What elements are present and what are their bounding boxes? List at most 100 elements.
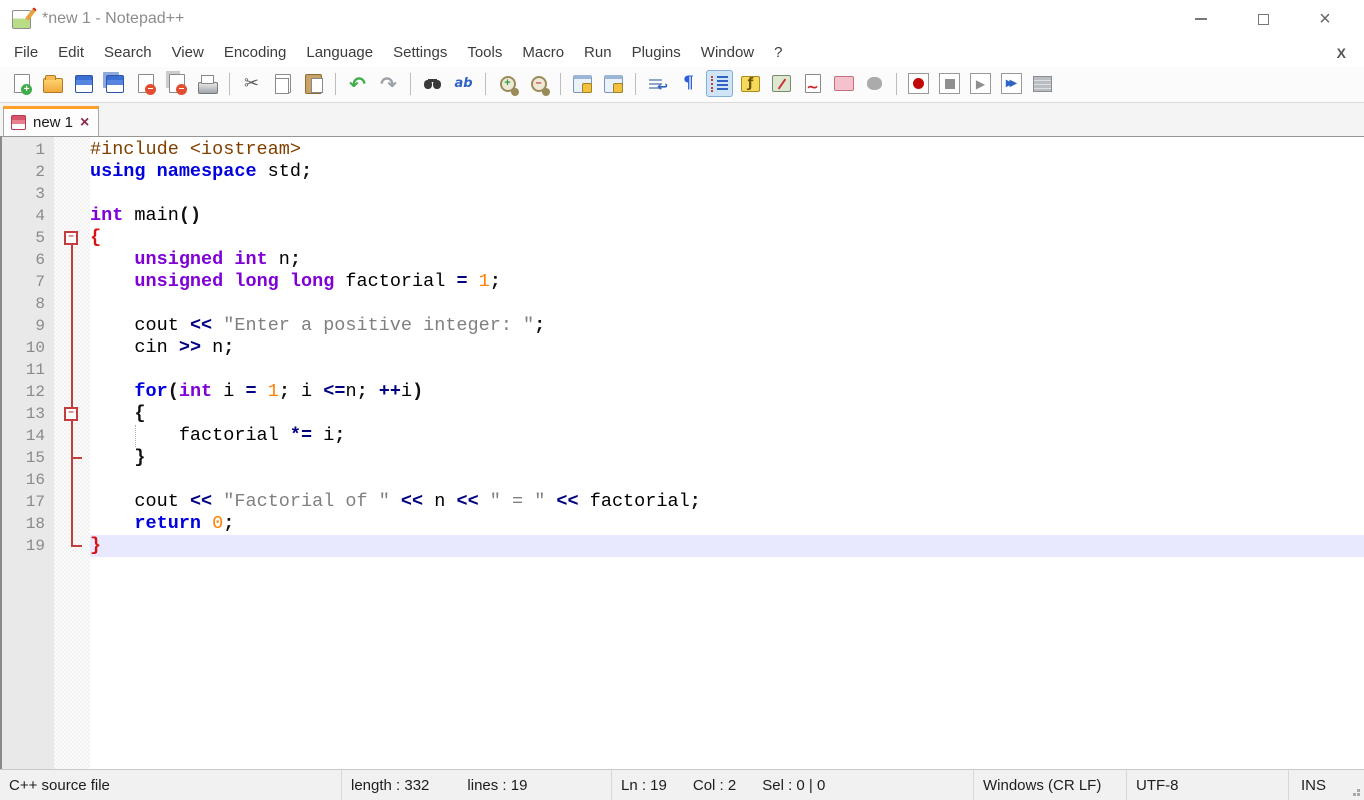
open-button[interactable] [39, 70, 66, 97]
resize-grip[interactable] [1357, 793, 1360, 796]
find-button[interactable] [419, 70, 446, 97]
code-text[interactable]: factorial *= i; [90, 425, 1364, 447]
menu-help[interactable]: ? [764, 40, 792, 65]
menu-file[interactable]: File [4, 40, 48, 65]
menu-edit[interactable]: Edit [48, 40, 94, 65]
code-text[interactable]: } [90, 447, 1364, 469]
code-line[interactable]: 8 [2, 293, 1364, 315]
redo-button[interactable] [375, 70, 402, 97]
code-text[interactable]: cout << "Factorial of " << n << " = " <<… [90, 491, 1364, 513]
line-number[interactable]: 12 [2, 381, 54, 403]
menu-view[interactable]: View [162, 40, 214, 65]
macro-run-multiple-button[interactable] [998, 70, 1025, 97]
code-text[interactable]: { [90, 403, 1364, 425]
code-line[interactable]: 1 #include <iostream> [2, 139, 1364, 161]
word-wrap-button[interactable] [644, 70, 671, 97]
code-line[interactable]: 18 return 0; [2, 513, 1364, 535]
line-number[interactable]: 10 [2, 337, 54, 359]
line-number[interactable]: 17 [2, 491, 54, 513]
document-map-button[interactable] [768, 70, 795, 97]
new-file-button[interactable] [8, 70, 35, 97]
code-text[interactable]: cin >> n; [90, 337, 1364, 359]
monitoring-button[interactable] [861, 70, 888, 97]
line-number[interactable]: 1 [2, 139, 54, 161]
code-line[interactable]: 3 [2, 183, 1364, 205]
menu-window[interactable]: Window [691, 40, 764, 65]
code-line[interactable]: 6 unsigned int n; [2, 249, 1364, 271]
line-number[interactable]: 13 [2, 403, 54, 425]
code-line[interactable]: 11 [2, 359, 1364, 381]
code-line[interactable]: 7 unsigned long long factorial = 1; [2, 271, 1364, 293]
code-text[interactable]: { [90, 227, 1364, 249]
line-number[interactable]: 16 [2, 469, 54, 491]
line-number[interactable]: 6 [2, 249, 54, 271]
line-number[interactable]: 5 [2, 227, 54, 249]
line-number[interactable]: 9 [2, 315, 54, 337]
line-number[interactable]: 3 [2, 183, 54, 205]
code-text[interactable] [90, 183, 1364, 205]
zoom-out-button[interactable] [525, 70, 552, 97]
code-line[interactable]: 14 factorial *= i; [2, 425, 1364, 447]
status-ins[interactable]: INS [1301, 777, 1326, 794]
macro-record-button[interactable] [905, 70, 932, 97]
code-line[interactable]: 13– { [2, 403, 1364, 425]
code-line[interactable]: 12 for(int i = 1; i <=n; ++i) [2, 381, 1364, 403]
folder-as-workspace-button[interactable] [830, 70, 857, 97]
code-text[interactable]: } [90, 535, 1364, 557]
close-button[interactable] [132, 70, 159, 97]
code-text[interactable]: int main() [90, 205, 1364, 227]
macro-save-button[interactable] [1029, 70, 1056, 97]
maximize-button[interactable] [1240, 4, 1286, 34]
close-all-button[interactable] [163, 70, 190, 97]
line-number[interactable]: 15 [2, 447, 54, 469]
editor-area[interactable]: 1 #include <iostream> 2 using namespace std… [0, 136, 1364, 769]
code-text[interactable]: cout << "Enter a positive integer: "; [90, 315, 1364, 337]
code-line[interactable]: 2 using namespace std; [2, 161, 1364, 183]
cut-button[interactable] [238, 70, 265, 97]
line-number[interactable]: 7 [2, 271, 54, 293]
fold-margin[interactable]: – [54, 227, 90, 249]
code-text[interactable]: for(int i = 1; i <=n; ++i) [90, 381, 1364, 403]
replace-button[interactable] [450, 70, 477, 97]
line-number[interactable]: 8 [2, 293, 54, 315]
document-list-button[interactable] [799, 70, 826, 97]
line-number[interactable]: 11 [2, 359, 54, 381]
menu-plugins[interactable]: Plugins [622, 40, 691, 65]
code-line[interactable]: 4int main() [2, 205, 1364, 227]
menu-settings[interactable]: Settings [383, 40, 457, 65]
indent-guide-button[interactable] [706, 70, 733, 97]
code-line[interactable]: 19} [2, 535, 1364, 557]
line-number[interactable]: 19 [2, 535, 54, 557]
menu-search[interactable]: Search [94, 40, 162, 65]
status-eol-format[interactable]: Windows (CR LF) [974, 770, 1127, 800]
menu-language[interactable]: Language [296, 40, 383, 65]
fold-collapse-icon[interactable]: – [64, 407, 78, 421]
line-number[interactable]: 14 [2, 425, 54, 447]
line-number[interactable]: 2 [2, 161, 54, 183]
code-text[interactable]: #include <iostream> [90, 139, 1364, 161]
code-text[interactable] [90, 293, 1364, 315]
code-line[interactable]: 17 cout << "Factorial of " << n << " = "… [2, 491, 1364, 513]
code-text[interactable]: using namespace std; [90, 161, 1364, 183]
code-text[interactable] [90, 359, 1364, 381]
menu-encoding[interactable]: Encoding [214, 40, 297, 65]
function-list-button[interactable] [737, 70, 764, 97]
show-all-characters-button[interactable] [675, 70, 702, 97]
code-text[interactable]: unsigned long long factorial = 1; [90, 271, 1364, 293]
menu-macro[interactable]: Macro [512, 40, 574, 65]
code-line[interactable]: 5–{ [2, 227, 1364, 249]
zoom-in-button[interactable] [494, 70, 521, 97]
sync-horizontal-button[interactable] [600, 70, 627, 97]
line-number[interactable]: 18 [2, 513, 54, 535]
undo-button[interactable] [344, 70, 371, 97]
fold-collapse-icon[interactable]: – [64, 231, 78, 245]
save-all-button[interactable] [101, 70, 128, 97]
tab-new-1[interactable]: new 1 × [3, 106, 99, 136]
menu-close-document-button[interactable]: X [1337, 45, 1360, 61]
copy-button[interactable] [269, 70, 296, 97]
code-text[interactable] [90, 469, 1364, 491]
save-button[interactable] [70, 70, 97, 97]
fold-margin[interactable]: – [54, 403, 90, 425]
code-line[interactable]: 9 cout << "Enter a positive integer: "; [2, 315, 1364, 337]
code-text[interactable]: return 0; [90, 513, 1364, 535]
